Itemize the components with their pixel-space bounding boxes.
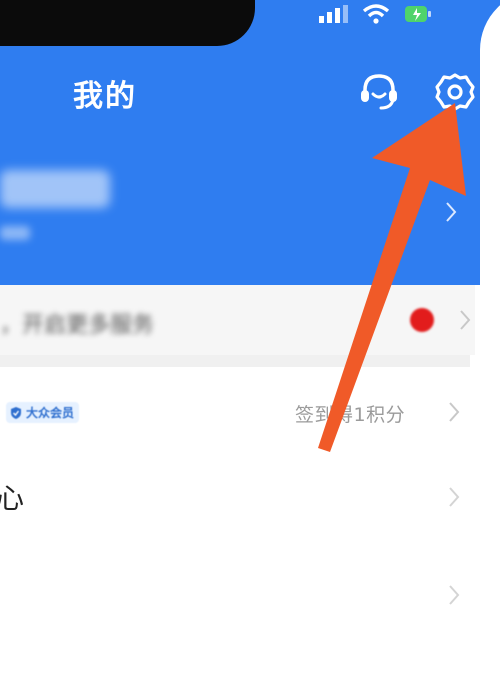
center-label: 心	[0, 482, 25, 515]
list-item-blank[interactable]	[0, 545, 475, 645]
chevron-right-icon	[448, 401, 460, 423]
red-dot-icon	[410, 308, 434, 332]
customer-service-button[interactable]	[357, 70, 401, 114]
profile-chevron-icon	[445, 200, 457, 224]
bottom-edge	[0, 660, 470, 677]
customer-service-icon	[361, 74, 397, 110]
phone-bezel	[480, 0, 500, 677]
badge-label: 大众会员	[26, 406, 75, 420]
chevron-right-icon	[459, 309, 471, 331]
user-name-blurred[interactable]	[0, 170, 110, 208]
battery-icon	[405, 6, 431, 22]
status-bar	[318, 4, 432, 24]
settings-gear-icon	[435, 73, 475, 111]
phone-screen: 我的 ，开启更多服务 大众会员 签到得1积分 心	[0, 0, 500, 677]
shield-icon	[11, 406, 21, 419]
section-divider	[0, 355, 470, 367]
settings-button[interactable]	[433, 70, 477, 114]
page-title: 我的	[73, 79, 137, 114]
wifi-icon	[362, 4, 390, 24]
list-item-center[interactable]	[0, 455, 475, 545]
chevron-right-icon	[448, 584, 460, 606]
more-services-label: ，开启更多服务	[0, 313, 155, 338]
user-subtitle-blurred	[0, 226, 30, 240]
chevron-right-icon	[448, 486, 460, 508]
signal-icon	[319, 5, 348, 23]
phone-notch	[0, 0, 255, 46]
sign-in-points-text: 签到得1积分	[295, 404, 406, 426]
member-badge: 大众会员	[6, 402, 80, 423]
list-item-more-services[interactable]: ，开启更多服务	[0, 285, 475, 355]
